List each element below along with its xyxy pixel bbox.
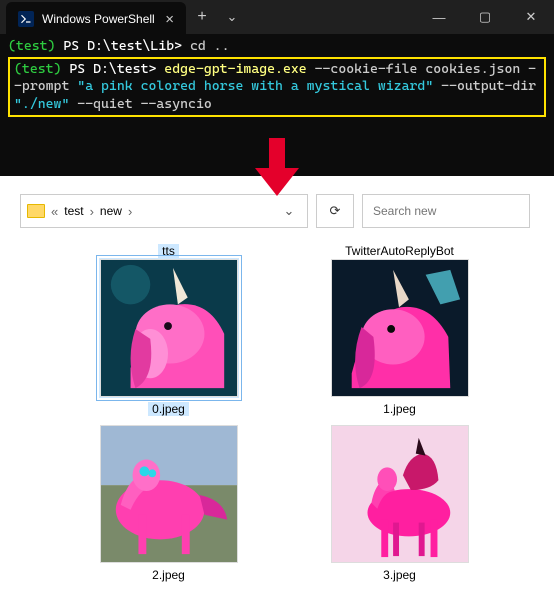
- search-input[interactable]: [362, 194, 530, 228]
- thumbnail-0: [100, 259, 238, 397]
- terminal-line-1: (test) PS D:\test\Lib> cd ..: [8, 38, 546, 56]
- file-explorer: « test › new › ⌄ ⟳ tts: [0, 176, 554, 584]
- powershell-icon: [18, 11, 34, 27]
- window-controls: — ▢ ✕: [416, 0, 554, 34]
- file-name: 3.jpeg: [383, 568, 416, 582]
- crumb-new[interactable]: new: [98, 202, 124, 220]
- maximize-button[interactable]: ▢: [462, 0, 508, 34]
- window-close-button[interactable]: ✕: [508, 0, 554, 34]
- file-name: 0.jpeg: [148, 402, 189, 416]
- tab-title: Windows PowerShell: [42, 12, 155, 26]
- crumb-test[interactable]: test: [62, 202, 85, 220]
- file-item-1[interactable]: TwitterAutoReplyBot 1.jpeg: [299, 234, 500, 418]
- thumbnail-2: [100, 425, 238, 563]
- terminal-output: (test) PS D:\test\Lib> cd .. (test) PS D…: [0, 34, 554, 121]
- prompt-string: "a pink colored horse with a mystical wi…: [77, 78, 433, 94]
- file-item-2[interactable]: 2.jpeg: [68, 418, 269, 584]
- thumbnail-3: [331, 425, 469, 563]
- exe-name: edge-gpt-image.exe: [156, 61, 306, 77]
- folder-icon: [27, 204, 45, 218]
- chevron-down-icon[interactable]: ⌄: [277, 203, 301, 219]
- breadcrumb[interactable]: « test › new › ⌄: [20, 194, 308, 228]
- arrow-down-icon: [249, 138, 305, 198]
- env-name: (test): [14, 61, 61, 77]
- minimize-button[interactable]: —: [416, 0, 462, 34]
- refresh-button[interactable]: ⟳: [316, 194, 354, 228]
- file-grid: tts 0.jpeg TwitterAutoReplyBot: [20, 228, 530, 584]
- folder-label: TwitterAutoReplyBot: [345, 244, 454, 258]
- file-name: 1.jpeg: [383, 402, 416, 416]
- highlighted-command: (test) PS D:\test> edge-gpt-image.exe --…: [8, 57, 546, 118]
- folder-label: tts: [158, 244, 179, 258]
- refresh-icon: ⟳: [330, 203, 341, 219]
- file-item-3[interactable]: 3.jpeg: [299, 418, 500, 584]
- thumbnail-1: [331, 259, 469, 397]
- titlebar: Windows PowerShell × + ⌄ — ▢ ✕: [0, 0, 554, 34]
- close-icon[interactable]: ×: [165, 11, 174, 28]
- file-item-0[interactable]: tts 0.jpeg: [68, 234, 269, 418]
- explorer-toolbar: « test › new › ⌄ ⟳: [20, 194, 530, 228]
- new-tab-button[interactable]: +: [186, 0, 218, 34]
- env-name: (test): [8, 38, 55, 54]
- tab-dropdown[interactable]: ⌄: [218, 0, 246, 34]
- file-name: 2.jpeg: [152, 568, 185, 582]
- tab-powershell[interactable]: Windows PowerShell ×: [6, 2, 186, 36]
